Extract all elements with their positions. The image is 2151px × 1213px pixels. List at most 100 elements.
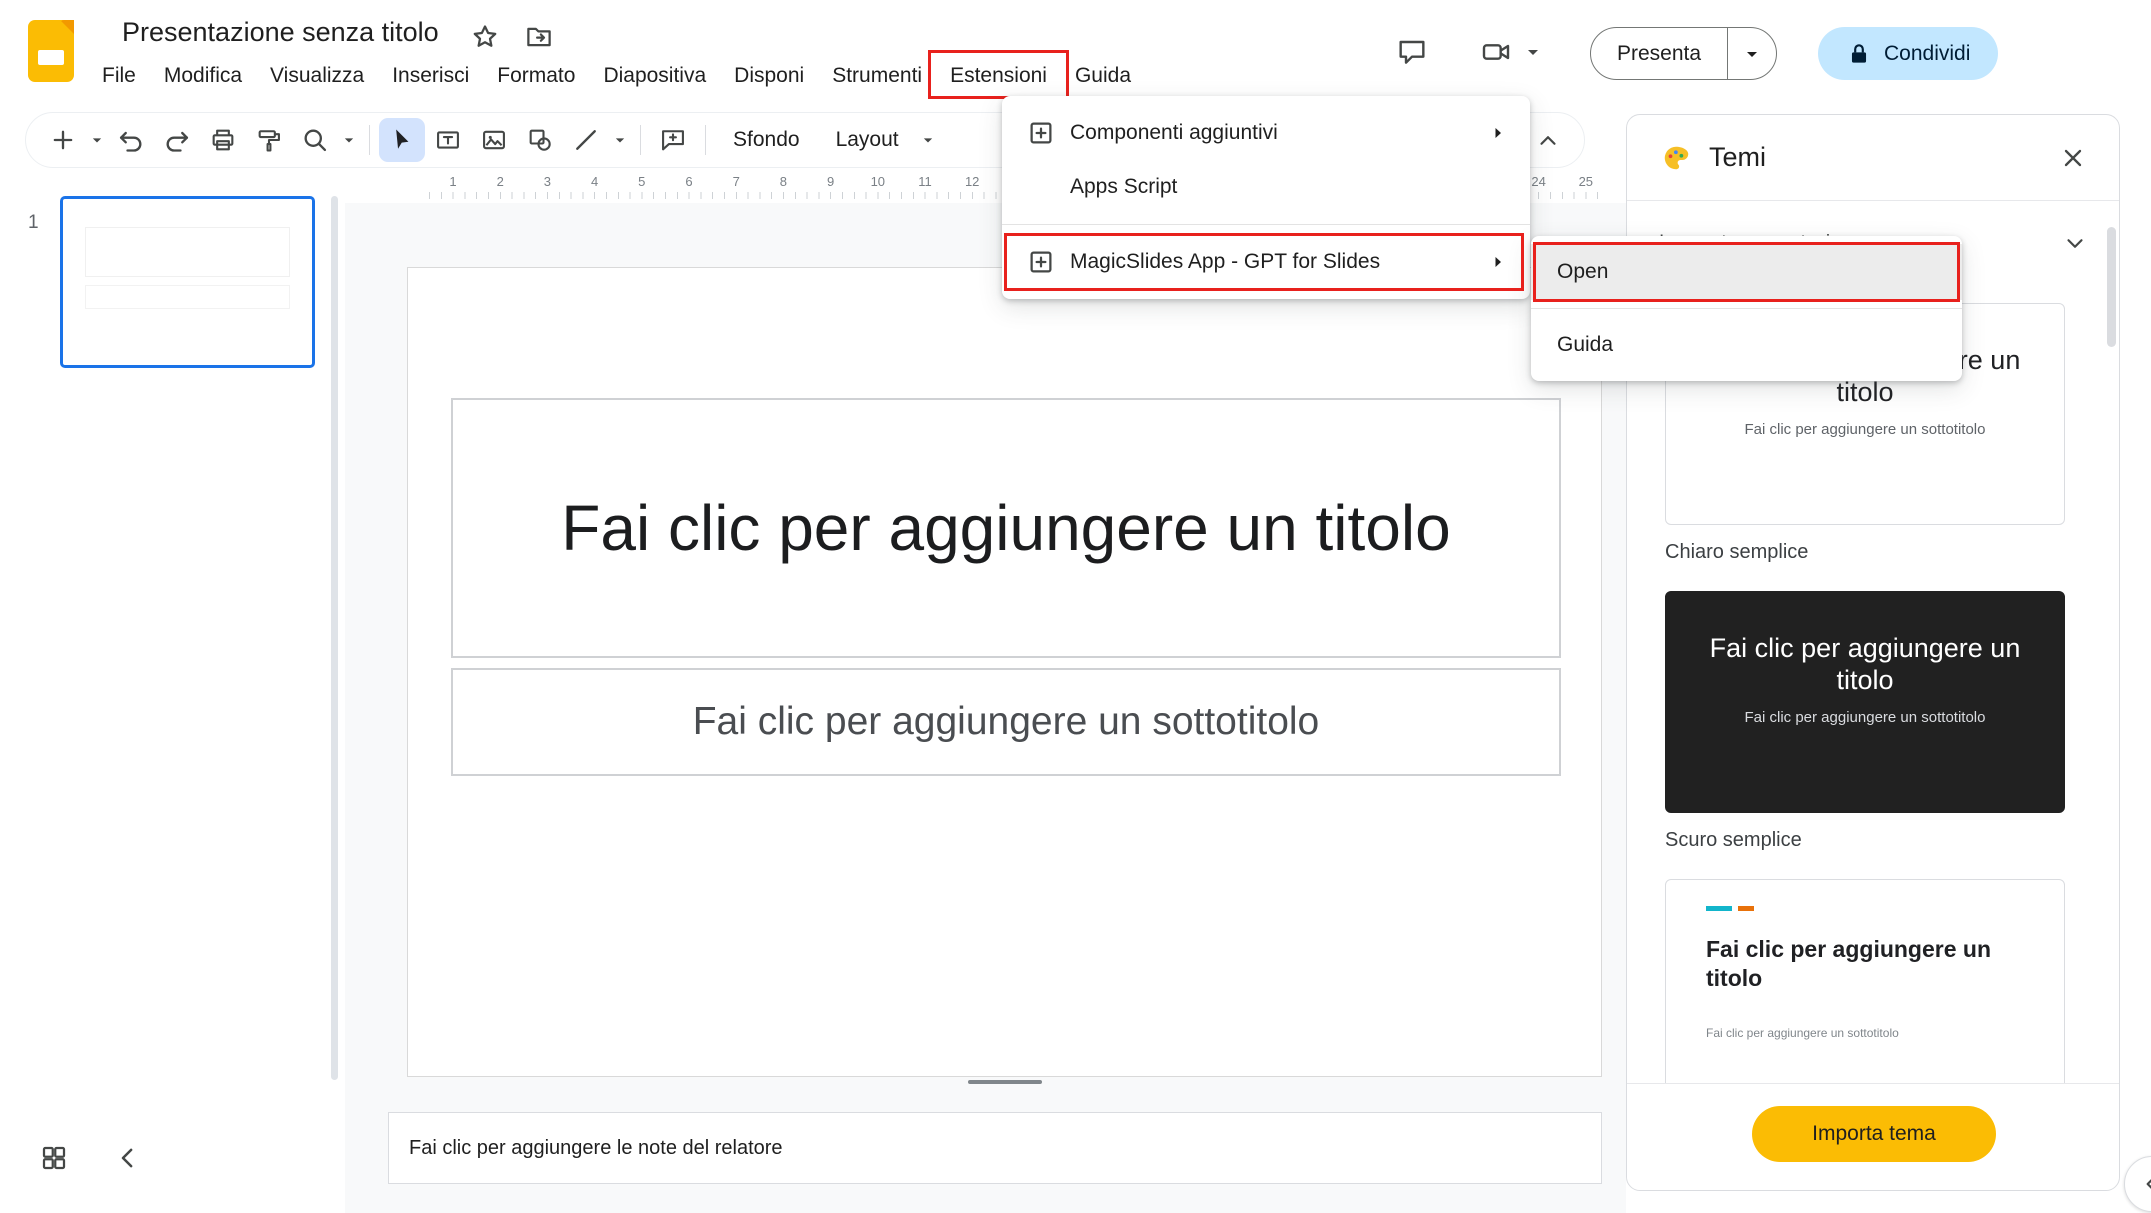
menubar-item-disponi[interactable]: Disponi (720, 57, 818, 95)
ruler-number: 12 (965, 174, 979, 189)
speaker-notes-placeholder: Fai clic per aggiungere le note del rela… (409, 1137, 783, 1160)
share-button[interactable]: Condividi (1818, 27, 1998, 80)
submenu-arrow-icon (1486, 121, 1510, 145)
theme-name-label: Chiaro semplice (1665, 541, 1808, 564)
comments-button[interactable] (1390, 30, 1434, 74)
grid-view-button[interactable] (30, 1134, 78, 1182)
extensions-menu: Componenti aggiuntivi Apps Script MagicS… (1002, 96, 1530, 299)
menu-item-magicslides[interactable]: MagicSlides App - GPT for Slides (1002, 235, 1530, 289)
menubar-item-diapositiva[interactable]: Diapositiva (589, 57, 720, 95)
import-theme-button[interactable]: Importa tema (1752, 1106, 1996, 1162)
ruler-number: 24 (1531, 174, 1545, 189)
addon-icon (1026, 118, 1056, 148)
slides-logo-fold (60, 20, 74, 34)
menubar-item-estensioni[interactable]: Estensioni (936, 57, 1061, 95)
apps-script-icon (1026, 172, 1056, 202)
insert-comment-button[interactable] (650, 118, 696, 162)
select-tool-button[interactable] (379, 118, 425, 162)
ruler-number: 4 (591, 174, 598, 189)
ruler-number: 5 (638, 174, 645, 189)
theme-card-title: Fai clic per aggiungere un titolo (1700, 632, 2030, 697)
close-icon[interactable] (2051, 136, 2095, 180)
insert-shape-button[interactable] (517, 118, 563, 162)
menu-item-apps-script[interactable]: Apps Script (1002, 160, 1530, 214)
videocam-caret-icon[interactable] (1518, 30, 1548, 74)
magicslides-icon (1026, 247, 1056, 277)
submenu-arrow-icon (1486, 250, 1510, 274)
text-box-button[interactable] (425, 118, 471, 162)
menubar-item-formato[interactable]: Formato (483, 57, 589, 95)
subtitle-placeholder[interactable]: Fai clic per aggiungere un sottotitolo (451, 668, 1561, 776)
ruler-number: 6 (685, 174, 692, 189)
theme-card-content: Fai clic per aggiungere un titolo Fai cl… (1666, 632, 2064, 726)
ruler-number: 25 (1579, 174, 1593, 189)
ruler-number: 8 (780, 174, 787, 189)
print-button[interactable] (200, 118, 246, 162)
undo-button[interactable] (108, 118, 154, 162)
toolbar-separator (705, 125, 706, 155)
magicslides-submenu: Open Guida (1531, 236, 1962, 381)
slide-thumbnail[interactable] (60, 196, 315, 368)
menu-item-label: MagicSlides App - GPT for Slides (1070, 250, 1486, 274)
zoom-caret-icon[interactable] (338, 118, 360, 162)
subtitle-placeholder-text: Fai clic per aggiungere un sottotitolo (693, 700, 1320, 744)
palette-icon (1661, 143, 1691, 173)
submenu-item-guida[interactable]: Guida (1531, 317, 1962, 373)
menu-separator (1002, 224, 1530, 225)
menu-item-componenti-aggiuntivi[interactable]: Componenti aggiuntivi (1002, 106, 1530, 160)
document-title[interactable]: Presentazione senza titolo (122, 17, 439, 48)
theme-card-subtitle: Fai clic per aggiungere un sottotitolo (1706, 1026, 1899, 1040)
new-slide-caret-icon[interactable] (86, 118, 108, 162)
menu-item-label: Componenti aggiuntivi (1070, 121, 1486, 145)
redo-button[interactable] (154, 118, 200, 162)
title-placeholder[interactable]: Fai clic per aggiungere un titolo (451, 398, 1561, 658)
theme-accent-dash (1738, 906, 1754, 911)
menubar-item-estensioni-label: Estensioni (950, 64, 1047, 87)
ruler-number: 10 (871, 174, 885, 189)
collapse-toolbar-button[interactable] (1526, 119, 1570, 163)
collapse-filmstrip-button[interactable] (104, 1134, 152, 1182)
present-button[interactable]: Presenta (1591, 28, 1727, 79)
menubar-item-strumenti[interactable]: Strumenti (818, 57, 936, 95)
slide-canvas[interactable]: Fai clic per aggiungere un titolo Fai cl… (407, 267, 1602, 1077)
theme-card-subtitle: Fai clic per aggiungere un sottotitolo (1666, 421, 2064, 438)
layout-button[interactable]: Layout (818, 119, 917, 161)
insert-image-button[interactable] (471, 118, 517, 162)
layout-caret-icon[interactable] (917, 118, 939, 162)
zoom-button[interactable] (292, 118, 338, 162)
themes-panel-title: Temi (1709, 142, 1766, 173)
speaker-notes[interactable]: Fai clic per aggiungere le note del rela… (388, 1112, 1602, 1184)
menubar-item-file[interactable]: File (88, 57, 150, 95)
videocam-icon[interactable] (1474, 30, 1518, 74)
thumbnail-title-placeholder (85, 227, 289, 277)
present-options-button[interactable] (1728, 28, 1776, 79)
submenu-item-open[interactable]: Open (1531, 244, 1962, 300)
share-button-label: Condividi (1884, 42, 1970, 66)
theme-accent-dash (1706, 906, 1732, 911)
expand-panel-button[interactable] (2124, 1156, 2151, 1212)
menubar-item-modifica[interactable]: Modifica (150, 57, 256, 95)
themes-panel-header: Temi (1627, 115, 2119, 201)
menubar: File Modifica Visualizza Inserisci Forma… (88, 54, 1145, 98)
notes-splitter-handle[interactable] (968, 1080, 1042, 1084)
menu-separator (1531, 308, 1962, 309)
star-icon[interactable] (470, 22, 500, 52)
themes-panel-scrollbar[interactable] (2107, 227, 2116, 347)
filmstrip-scrollbar[interactable] (331, 196, 338, 1080)
theme-name-label: Scuro semplice (1665, 829, 1802, 852)
insert-line-button[interactable] (563, 118, 609, 162)
ruler-number: 3 (544, 174, 551, 189)
themes-panel-footer: Importa tema (1627, 1083, 2119, 1190)
menubar-item-inserisci[interactable]: Inserisci (378, 57, 483, 95)
ruler-number: 11 (918, 174, 932, 189)
menubar-item-visualizza[interactable]: Visualizza (256, 57, 378, 95)
background-button[interactable]: Sfondo (715, 119, 818, 161)
menubar-item-guida[interactable]: Guida (1061, 57, 1145, 95)
ruler-number: 2 (497, 174, 504, 189)
paint-format-button[interactable] (246, 118, 292, 162)
line-caret-icon[interactable] (609, 118, 631, 162)
slides-logo[interactable] (28, 20, 74, 82)
theme-card-scuro-semplice[interactable]: Fai clic per aggiungere un titolo Fai cl… (1665, 591, 2065, 813)
new-slide-button[interactable] (40, 118, 86, 162)
move-folder-icon[interactable] (524, 22, 554, 52)
